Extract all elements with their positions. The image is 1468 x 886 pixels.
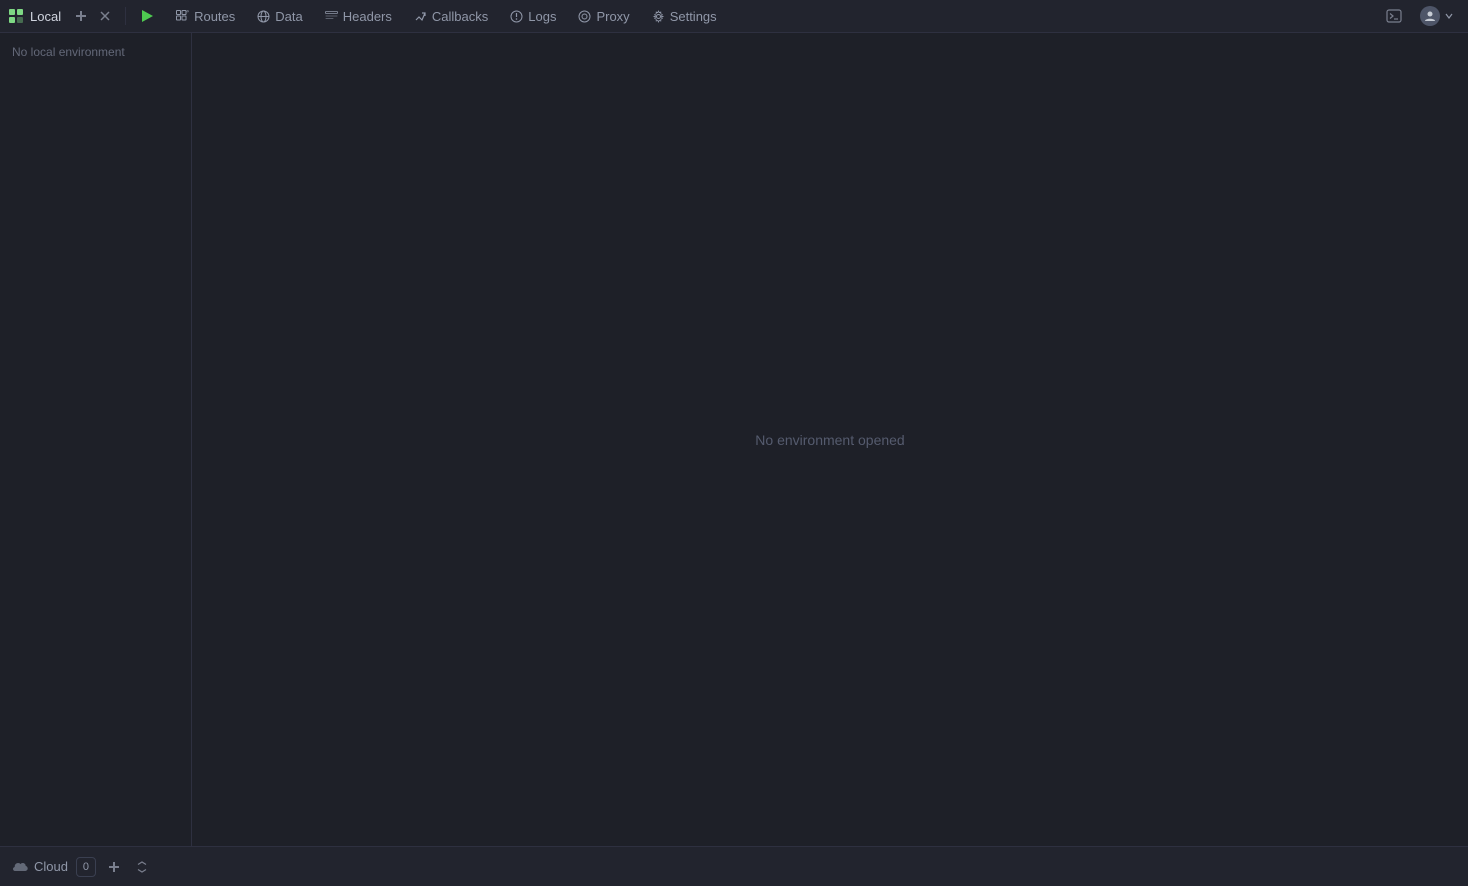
nav-proxy[interactable]: Proxy xyxy=(568,5,639,28)
cloud-section: Cloud xyxy=(12,859,68,874)
headers-icon xyxy=(325,10,338,23)
bottombar: Cloud 0 xyxy=(0,846,1468,886)
terminal-button[interactable] xyxy=(1382,4,1406,28)
user-icon xyxy=(1424,10,1436,22)
play-button[interactable] xyxy=(136,5,158,27)
plus-icon xyxy=(108,861,120,873)
env-name-label: Local xyxy=(30,9,61,24)
cloud-badge: 0 xyxy=(76,857,96,877)
close-icon xyxy=(100,11,110,21)
titlebar: Local Routes xyxy=(0,0,1468,33)
sort-icon xyxy=(136,861,148,873)
cloud-label-text: Cloud xyxy=(34,859,68,874)
nav-callbacks[interactable]: Callbacks xyxy=(404,5,498,28)
add-cloud-button[interactable] xyxy=(104,857,124,877)
no-env-opened-text: No environment opened xyxy=(755,432,904,448)
proxy-icon xyxy=(578,10,591,23)
main-content: No environment opened xyxy=(192,33,1468,846)
cloud-icon xyxy=(12,861,28,873)
titlebar-right xyxy=(1382,4,1460,28)
add-env-button[interactable] xyxy=(71,6,91,26)
nav-settings[interactable]: Settings xyxy=(642,5,727,28)
close-env-button[interactable] xyxy=(95,6,115,26)
app-icon xyxy=(8,8,24,24)
grid-icon xyxy=(176,10,189,23)
nav-logs[interactable]: Logs xyxy=(500,5,566,28)
logs-icon xyxy=(510,10,523,23)
main-nav: Routes Data Headers xyxy=(166,5,1378,28)
avatar xyxy=(1420,6,1440,26)
terminal-icon xyxy=(1386,8,1402,24)
main-layout: No local environment No environment open… xyxy=(0,33,1468,846)
nav-headers[interactable]: Headers xyxy=(315,5,402,28)
app-logo: Local xyxy=(8,8,63,24)
divider xyxy=(125,7,126,25)
sort-button[interactable] xyxy=(132,857,152,877)
no-local-env-text: No local environment xyxy=(0,41,191,63)
callbacks-icon xyxy=(414,10,427,23)
chevron-down-icon xyxy=(1444,11,1454,21)
data-icon xyxy=(257,10,270,23)
play-icon xyxy=(140,9,154,23)
settings-icon xyxy=(652,10,665,23)
plus-icon xyxy=(75,10,87,22)
nav-routes[interactable]: Routes xyxy=(166,5,245,28)
user-menu-button[interactable] xyxy=(1414,4,1460,28)
sidebar: No local environment xyxy=(0,33,192,846)
nav-data[interactable]: Data xyxy=(247,5,312,28)
